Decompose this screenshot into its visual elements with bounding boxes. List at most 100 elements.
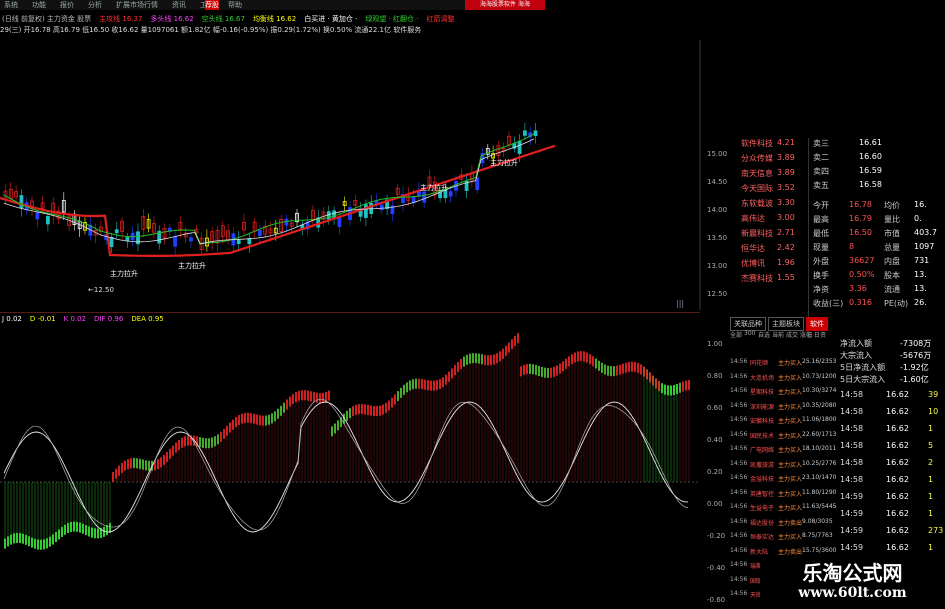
flow-header-item: 日资 xyxy=(814,332,827,339)
sector-value: 2.71 xyxy=(777,228,795,237)
tick-volume: 273 xyxy=(928,526,944,535)
sector-value: 3.52 xyxy=(777,183,795,192)
news-time: 14:56 xyxy=(730,372,748,380)
news-action: 主力买入 xyxy=(778,360,803,367)
candle-body xyxy=(109,236,114,248)
histogram-bar xyxy=(58,529,60,540)
candle-body xyxy=(46,216,50,225)
histogram-bar xyxy=(55,532,57,543)
stat-value: 1097 xyxy=(914,242,935,251)
ask-price: 16.59 xyxy=(859,166,882,175)
news-time: 14:56 xyxy=(730,445,748,452)
sector-name: 高伟达 xyxy=(741,214,765,223)
indicator-tick-label: -0.20 xyxy=(707,532,726,540)
candle-body xyxy=(517,140,522,154)
price-tick-label: 15.00 xyxy=(707,150,728,158)
candlestick-chart[interactable]: ←12.50主力拉升主力拉升主力拉升主力拉升 xyxy=(0,40,705,310)
news-value: 11.80/1290 xyxy=(802,488,837,496)
ask-label: 卖三 xyxy=(813,139,829,148)
news-time: 14:56 xyxy=(730,416,748,423)
news-row: 14:56 同花顺 主力买入 25.16/2353 xyxy=(730,358,840,370)
menu-item[interactable]: 系统 xyxy=(4,0,18,10)
watermark-banner: 乐淘公式网 www.60lt.com xyxy=(760,555,945,609)
news-action: 主力买入 xyxy=(778,534,803,541)
indicator-tick-label: 0.60 xyxy=(707,404,723,412)
stat-value: 13. xyxy=(914,270,927,279)
candle-body xyxy=(533,130,538,137)
tick-volume: 5 xyxy=(928,441,934,450)
news-time: 14:56 xyxy=(730,532,748,539)
sector-name: 优博讯 xyxy=(741,259,765,268)
sector-value: 2.42 xyxy=(777,243,795,252)
active-tag[interactable]: 荐股 xyxy=(205,0,219,10)
menu-item[interactable]: 帮助 xyxy=(228,0,242,10)
candle-body xyxy=(236,239,241,245)
low-price-label: ←12.50 xyxy=(88,286,114,294)
ask-price: 16.58 xyxy=(859,180,882,189)
ask-price: 16.61 xyxy=(859,138,882,147)
flow-value: -7308万 xyxy=(900,339,932,348)
candle-body xyxy=(125,236,130,242)
sector-name: 分众传媒 xyxy=(741,154,773,163)
news-time: 14:56 xyxy=(730,546,748,554)
news-row: 14:56 恒泰实达 主力买入 8.75/7763 xyxy=(730,532,840,544)
menu-item[interactable]: 功能 xyxy=(32,0,46,10)
menu-item[interactable]: 分析 xyxy=(88,0,102,10)
menu-item[interactable]: 资讯 xyxy=(172,0,186,10)
news-action: 主力买入 xyxy=(778,476,803,483)
tick-volume: 10 xyxy=(928,407,939,416)
news-value: 22.60/1713 xyxy=(802,430,837,438)
indicator-tick-label: -0.40 xyxy=(707,564,726,572)
legend-item: 多头线 16.62 xyxy=(150,15,194,23)
sector-value: 4.21 xyxy=(777,138,795,147)
sector-row: 软件科技 4.21 xyxy=(735,138,799,152)
price-tick-label: 13.50 xyxy=(707,234,728,242)
indicator-legend-item: J 0.02 xyxy=(2,315,22,323)
histogram-bar xyxy=(73,521,75,532)
news-action: 主力卖出 xyxy=(778,519,803,527)
histogram-bar xyxy=(49,536,51,547)
flow-header-item: 300 xyxy=(744,330,756,337)
histogram-bar xyxy=(10,534,12,545)
menu-item[interactable]: 报价 xyxy=(60,0,74,10)
stat-key: 均价 xyxy=(884,201,900,210)
stat-value: 16. xyxy=(914,200,927,209)
sector-name: 恒华达 xyxy=(741,244,765,253)
sector-row: 高伟达 3.00 xyxy=(735,213,799,227)
ask-label: 卖五 xyxy=(813,181,829,190)
stat-value: 3.36 xyxy=(849,284,867,293)
stat-key: 流通 xyxy=(884,285,900,294)
stat-key: 股本 xyxy=(884,271,900,280)
candle-body xyxy=(19,195,24,209)
flow-header-item: 成交 xyxy=(786,332,799,339)
indicator-tick-label: 0.80 xyxy=(707,372,723,380)
macd-kdj-chart[interactable] xyxy=(0,325,705,609)
legend-item: (日线 前复权) 主力资金 股票 xyxy=(2,15,92,23)
histogram-bar xyxy=(40,539,42,550)
tick-time: 14:58 xyxy=(840,407,864,416)
histogram-bar xyxy=(25,534,27,545)
stat-key: 净资 xyxy=(813,285,829,294)
news-value: 8.75/7763 xyxy=(802,532,833,539)
indicator-tick-label: 1.00 xyxy=(707,340,723,348)
candle-body xyxy=(379,204,384,211)
news-row: 14:56 广电网络 主力买入 18.10/2011 xyxy=(730,445,840,457)
histogram-bar xyxy=(22,533,24,544)
menu-item[interactable]: 扩展市场行情 xyxy=(116,0,158,10)
rise-signal-label: 主力拉升 xyxy=(110,269,138,278)
sector-value: 3.30 xyxy=(777,198,795,207)
news-stock: 大连机场 xyxy=(750,374,775,382)
news-stock: 安徽科技 xyxy=(750,418,775,425)
sector-row: 优博讯 1.96 xyxy=(735,258,799,272)
stat-key: 总量 xyxy=(884,243,900,252)
flow-label: 5日净流入额 xyxy=(840,363,886,372)
flow-header-item: 自选 xyxy=(758,332,771,339)
histogram-bar xyxy=(28,536,30,547)
histogram-bar xyxy=(34,538,36,549)
tick-volume: 39 xyxy=(928,390,939,399)
news-value: 10.25/2776 xyxy=(802,459,837,467)
stat-key: 内盘 xyxy=(884,257,900,266)
top-right-banner: 海海股票软件 海海 xyxy=(465,0,545,10)
sector-row: 东软载波 3.30 xyxy=(735,198,799,212)
news-row: 14:56 安徽科技 主力买入 11.06/1800 xyxy=(730,416,840,428)
